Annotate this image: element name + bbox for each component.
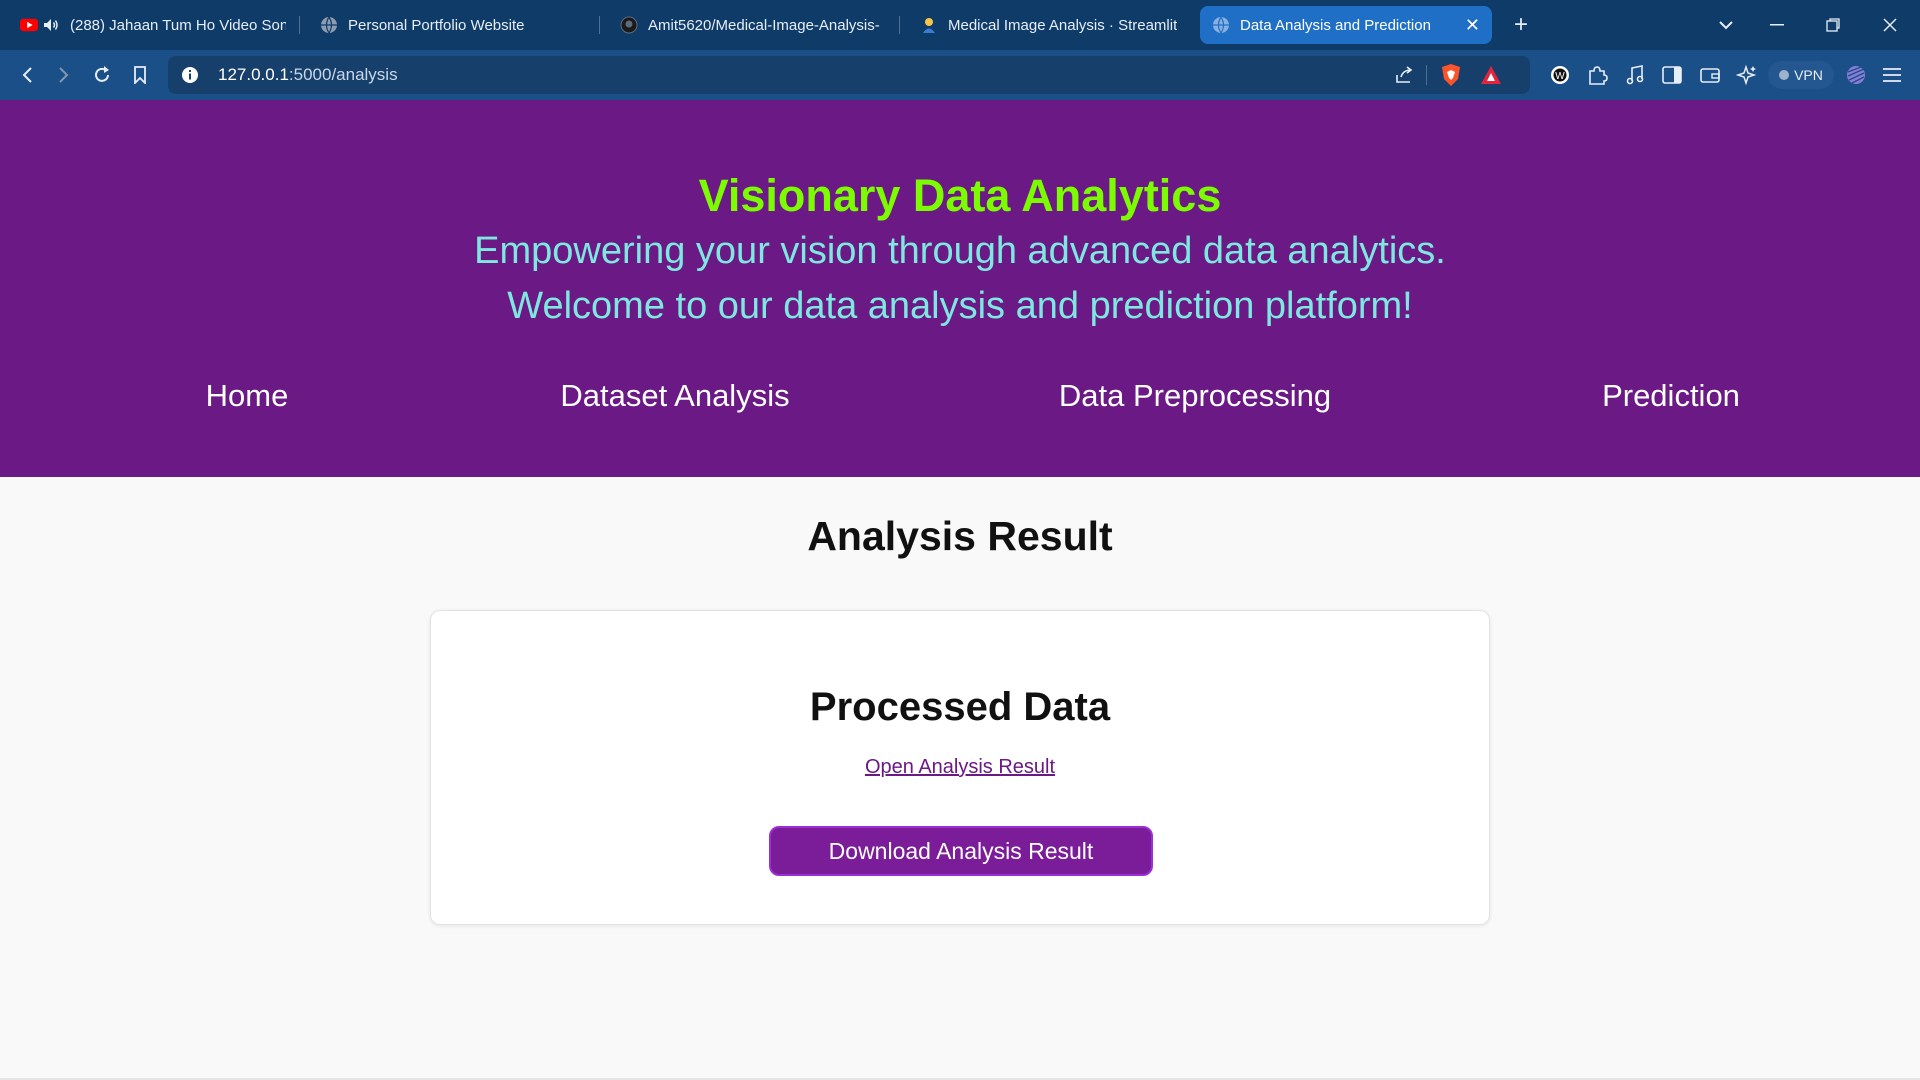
youtube-icon [20,16,38,34]
vpn-status-icon [1779,70,1790,80]
site-title: Visionary Data Analytics [698,170,1222,221]
close-window-icon[interactable] [1870,8,1910,42]
globe-icon [320,16,338,34]
tab-separator [299,16,300,34]
site-header: Visionary Data Analytics Empowering your… [0,100,1920,477]
tab-separator [599,16,600,34]
address-separator [1426,65,1427,85]
wallet-icon[interactable] [1694,60,1726,90]
streamlit-icon [920,16,938,34]
new-tab-button[interactable]: + [1506,10,1536,40]
page-title: Analysis Result [807,513,1113,559]
browser-tab-strip: (288) Jahaan Tum Ho Video Son Personal P… [0,0,1920,50]
nav-home[interactable]: Home [206,378,289,414]
tab-youtube[interactable]: (288) Jahaan Tum Ho Video Son [8,6,298,44]
nav-dataset-analysis[interactable]: Dataset Analysis [560,378,789,414]
card-title: Processed Data [809,685,1111,729]
menu-icon[interactable] [1876,60,1908,90]
vpn-label: VPN [1794,67,1823,83]
url-path: :5000/analysis [288,65,398,84]
vpn-button[interactable]: VPN [1768,61,1834,89]
bookmark-icon[interactable] [124,60,156,90]
share-icon[interactable] [1394,65,1414,90]
back-icon[interactable] [11,60,43,90]
sidebar-icon[interactable] [1656,60,1688,90]
site-subtitle: Empowering your vision through advanced … [474,230,1446,272]
brave-news-icon[interactable] [1840,60,1872,90]
url-text: 127.0.0.1:5000/analysis [218,65,398,85]
url-host: 127.0.0.1 [218,65,289,84]
speaker-icon[interactable] [42,16,60,34]
tab-streamlit[interactable]: Medical Image Analysis · Streamlit [908,6,1198,44]
brave-shields-icon[interactable] [1440,63,1462,92]
welcome-text: Welcome to our data analysis and predict… [507,285,1413,327]
browser-toolbar: 127.0.0.1:5000/analysis W VPN [0,50,1920,100]
tab-data-analysis[interactable]: Data Analysis and Prediction ✕ [1200,6,1492,44]
nav-prediction[interactable]: Prediction [1602,378,1740,414]
address-bar[interactable]: 127.0.0.1:5000/analysis [168,56,1530,94]
tab-separator [899,16,900,34]
globe-icon [1212,16,1230,34]
forward-icon[interactable] [48,60,80,90]
tab-label: Data Analysis and Prediction [1240,16,1431,34]
download-analysis-result-button[interactable]: Download Analysis Result [769,826,1153,876]
tab-label: (288) Jahaan Tum Ho Video Son [70,16,286,34]
wallet-extension-icon[interactable]: W [1544,60,1576,90]
tab-label: Medical Image Analysis · Streamlit [948,16,1178,34]
open-analysis-result-link[interactable]: Open Analysis Result [865,756,1055,779]
close-tab-icon[interactable]: ✕ [1451,15,1480,36]
tab-portfolio[interactable]: Personal Portfolio Website [308,6,598,44]
github-icon [620,16,638,34]
minimize-icon[interactable] [1757,8,1797,42]
extensions-puzzle-icon[interactable] [1581,60,1613,90]
svg-text:W: W [1555,71,1565,82]
tab-github[interactable]: Amit5620/Medical-Image-Analysis- [608,6,898,44]
site-info-icon[interactable] [180,65,200,90]
reload-icon[interactable] [86,60,118,90]
leo-ai-icon[interactable] [1731,60,1763,90]
processed-data-card: Processed Data Open Analysis Result Down… [430,610,1490,925]
media-music-icon[interactable] [1619,60,1651,90]
restore-icon[interactable] [1813,8,1853,42]
nav-data-preprocessing[interactable]: Data Preprocessing [1059,378,1331,414]
tab-search-chevron-icon[interactable] [1706,8,1746,42]
tab-label: Personal Portfolio Website [348,16,525,34]
brave-rewards-icon[interactable] [1480,64,1502,91]
tab-label: Amit5620/Medical-Image-Analysis- [648,16,880,34]
